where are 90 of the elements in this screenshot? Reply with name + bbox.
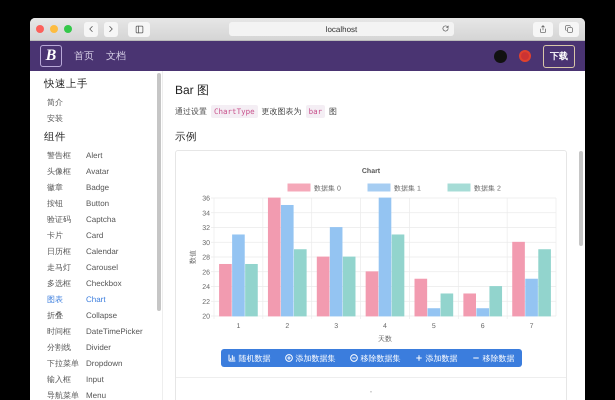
logo[interactable]: B — [40, 45, 62, 67]
item-label: 头像框 — [47, 166, 72, 176]
download-button[interactable]: 下载 — [543, 44, 575, 68]
item-label: 警告框 — [47, 150, 72, 160]
tabs-button[interactable] — [559, 22, 579, 36]
item-name: Menu — [86, 390, 106, 400]
sidebar-item[interactable]: 多选框 Checkbox — [44, 275, 162, 291]
close-icon[interactable] — [36, 25, 44, 33]
section-title: 示例 — [175, 130, 198, 144]
item-label: 导航菜单 — [47, 390, 80, 400]
tabs-icon — [565, 25, 573, 33]
minimize-icon[interactable] — [50, 25, 58, 33]
item-name: Collapse — [86, 310, 118, 320]
item-name: Badge — [86, 182, 110, 192]
github-icon[interactable] — [494, 50, 507, 62]
item-label: 输入框 — [47, 374, 72, 384]
item-name: Input — [86, 374, 104, 384]
item-name: Alert — [86, 150, 102, 160]
description-text: 更改图表为 — [262, 106, 302, 117]
sidebar-item[interactable]: 警告框 Alert — [44, 147, 162, 163]
sidebar-item[interactable]: 导航菜单 Menu — [44, 387, 162, 400]
sidebar-item[interactable]: 时间框 DateTimePicker — [44, 323, 162, 339]
forward-button[interactable] — [104, 22, 118, 36]
chart-action-button[interactable]: 添加数据 — [408, 349, 464, 367]
plus-icon — [414, 354, 422, 362]
item-label: 图表 — [47, 294, 64, 304]
item-label: 卡片 — [47, 230, 64, 240]
item-name: DateTimePicker — [86, 326, 143, 336]
maximize-icon[interactable] — [64, 25, 72, 33]
item-label: 时间框 — [47, 326, 72, 336]
item-name: Card — [86, 230, 104, 240]
scrollbar-thumb[interactable] — [157, 73, 161, 311]
page-title: Bar 图 — [175, 82, 210, 99]
sidebar-item[interactable]: 徽章 Badge — [44, 179, 162, 195]
item-label: 简介 — [47, 96, 64, 108]
sidebar-item[interactable]: 头像框 Avatar — [44, 163, 162, 179]
sidebar-heading: 组件 — [44, 130, 67, 144]
sidebar-button[interactable] — [128, 22, 150, 36]
bar-chart-icon — [228, 354, 236, 362]
reload-icon[interactable] — [442, 25, 449, 32]
sidebar-item[interactable]: 卡片 Card — [44, 227, 162, 243]
chart-action-button[interactable]: 添加数据集 — [278, 349, 342, 367]
item-label: 下拉菜单 — [47, 358, 80, 368]
item-name: Avatar — [86, 166, 109, 176]
chart-action-button[interactable]: 移除数据集 — [342, 349, 408, 367]
item-label: 多选框 — [47, 278, 72, 288]
chart-action-button[interactable]: 随机数据 — [220, 349, 278, 367]
circle-icon[interactable] — [519, 50, 531, 62]
item-label: 按钮 — [47, 198, 64, 208]
sidebar-item[interactable]: 按钮 Button — [44, 195, 162, 211]
sidebar-item[interactable]: 走马灯 Carousel — [44, 259, 162, 275]
item-name: Button — [86, 198, 110, 208]
item-label: 验证码 — [47, 214, 72, 224]
footer-text: - — [370, 386, 372, 396]
address-field[interactable]: localhost — [229, 22, 454, 36]
item-label: 走马灯 — [47, 262, 72, 272]
item-name: Calendar — [86, 246, 118, 256]
chart-action-button[interactable]: 移除数据 — [464, 349, 522, 367]
sidebar-heading: 快速上手 — [44, 77, 89, 91]
item-name: Divider — [86, 342, 111, 352]
item-name: Checkbox — [86, 278, 122, 288]
sidebar-item[interactable]: 折叠 Collapse — [44, 307, 162, 323]
nav-link[interactable]: 首页 — [74, 49, 94, 63]
item-label: 安装 — [47, 112, 64, 124]
sidebar-item[interactable]: 分割线 Divider — [44, 339, 162, 355]
nav-link[interactable]: 文档 — [106, 49, 126, 63]
item-label: 日历框 — [47, 246, 72, 256]
minus-circle-icon — [350, 354, 358, 362]
scrollbar-thumb[interactable] — [579, 151, 583, 246]
share-button[interactable] — [533, 22, 553, 36]
sidebar-item[interactable]: 日历框 Calendar — [44, 243, 162, 259]
description-text: 通过设置 — [175, 106, 207, 117]
item-name: Chart — [86, 294, 106, 304]
sidebar-item[interactable]: 安装 — [44, 110, 162, 126]
item-name: Carousel — [86, 262, 118, 272]
item-label: 徽章 — [47, 182, 64, 192]
sidebar-item[interactable]: 简介 — [44, 94, 162, 110]
item-label: 分割线 — [47, 342, 72, 352]
sidebar-item[interactable]: 下拉菜单 Dropdown — [44, 355, 162, 371]
sidebar-icon — [134, 24, 144, 34]
sidebar-item[interactable]: 图表 Chart — [44, 291, 162, 307]
item-label: 折叠 — [47, 310, 64, 320]
item-name: Dropdown — [86, 358, 122, 368]
description-text: 图 — [329, 106, 338, 117]
sidebar-item[interactable]: 验证码 Captcha — [44, 211, 162, 227]
plus-circle-icon — [284, 354, 292, 362]
share-icon — [539, 25, 547, 33]
back-button[interactable] — [84, 22, 98, 36]
item-name: Captcha — [86, 214, 116, 224]
sidebar-item[interactable]: 输入框 Input — [44, 371, 162, 387]
